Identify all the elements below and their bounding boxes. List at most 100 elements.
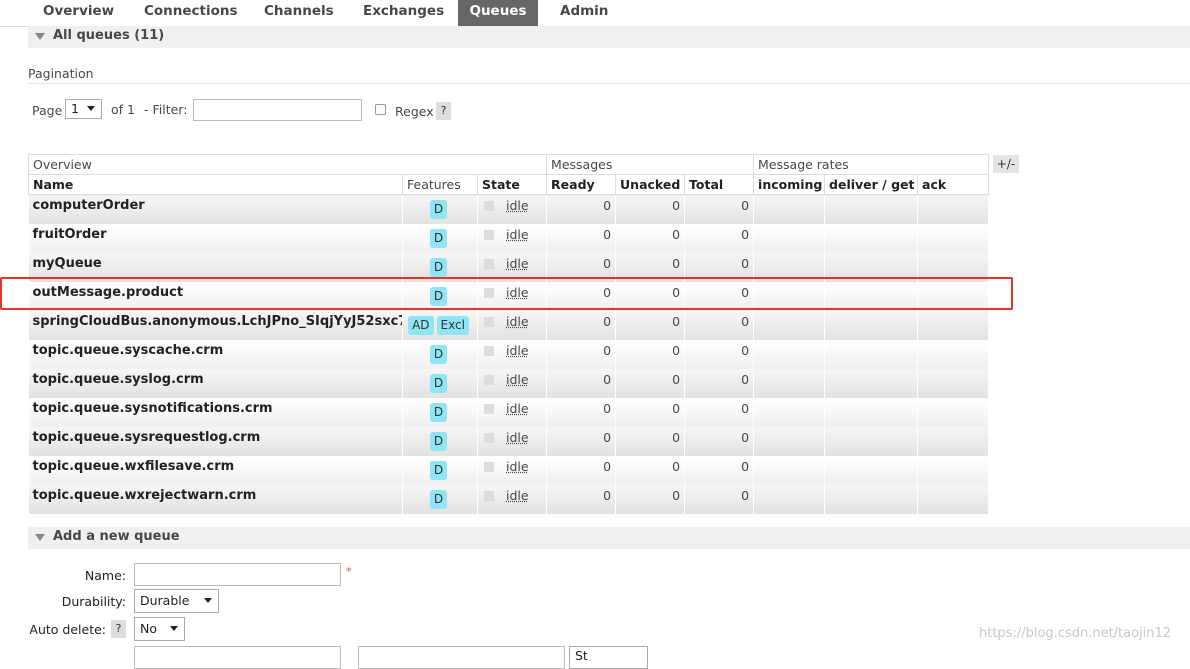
queue-name-link[interactable]: topic.queue.wxrejectwarn.crm <box>28 484 403 514</box>
unacked-cell: 0 <box>615 397 686 427</box>
queue-name-link[interactable]: fruitOrder <box>28 223 403 253</box>
tab-connections[interactable]: Connections <box>144 0 238 26</box>
col-incoming[interactable]: incoming <box>753 174 826 195</box>
add-queue-header[interactable]: Add a new queue <box>28 527 1190 549</box>
ready-cell: 0 <box>546 397 617 427</box>
queue-name-input[interactable] <box>134 563 341 586</box>
incoming-cell <box>753 194 826 224</box>
features-cell: D <box>402 426 478 456</box>
argument-value-input[interactable] <box>358 646 565 669</box>
queue-name-link[interactable]: springCloudBus.anonymous.LchJPno_SIqjYyJ… <box>28 310 403 340</box>
table-row[interactable]: topic.queue.wxfilesave.crm Didle 0 0 0 <box>28 455 990 485</box>
incoming-cell <box>753 339 826 369</box>
argument-key-input[interactable] <box>134 646 341 669</box>
top-nav: Overview Connections Channels Exchanges … <box>0 0 1190 27</box>
tab-overview[interactable]: Overview <box>43 0 114 26</box>
table-row[interactable]: fruitOrder Didle 0 0 0 <box>28 223 990 253</box>
queue-name-link[interactable]: computerOrder <box>28 194 403 224</box>
auto-delete-select-value: No <box>140 621 157 636</box>
state-cell: idle <box>477 368 548 398</box>
features-cell: D <box>402 223 478 253</box>
table-row[interactable]: topic.queue.syscache.crm Didle 0 0 0 <box>28 339 990 369</box>
table-row[interactable]: springCloudBus.anonymous.LchJPno_SIqjYyJ… <box>28 310 990 340</box>
total-cell: 0 <box>684 339 755 369</box>
unacked-cell: 0 <box>615 426 686 456</box>
add-queue-title: Add a new queue <box>53 529 180 544</box>
incoming-cell <box>753 281 826 311</box>
regex-help-button[interactable]: ? <box>436 102 451 120</box>
queue-name-link[interactable]: topic.queue.sysrequestlog.crm <box>28 426 403 456</box>
pagination-divider <box>28 83 1190 84</box>
queue-name-link[interactable]: topic.queue.wxfilesave.crm <box>28 455 403 485</box>
table-row[interactable]: outMessage.product Didle 0 0 0 <box>28 281 990 311</box>
auto-delete-select[interactable]: No <box>134 617 185 641</box>
col-total[interactable]: Total <box>684 174 755 195</box>
ready-cell: 0 <box>546 339 617 369</box>
table-row[interactable]: computerOrder Didle 0 0 0 <box>28 194 990 224</box>
state-cell: idle <box>477 397 548 427</box>
incoming-cell <box>753 484 826 514</box>
tab-queues[interactable]: Queues <box>458 0 538 26</box>
queue-name-link[interactable]: topic.queue.sysnotifications.crm <box>28 397 403 427</box>
ready-cell: 0 <box>546 455 617 485</box>
table-row[interactable]: topic.queue.wxrejectwarn.crm Didle 0 0 0 <box>28 484 990 514</box>
incoming-cell <box>753 223 826 253</box>
unacked-cell: 0 <box>615 484 686 514</box>
feature-badge: D <box>429 344 448 364</box>
deliver-get-cell <box>824 252 919 282</box>
regex-label: Regex <box>395 104 434 119</box>
page-select-value: 1 <box>71 101 79 116</box>
ack-cell <box>917 252 990 282</box>
queue-name-link[interactable]: myQueue <box>28 252 403 282</box>
col-deliver-get[interactable]: deliver / get <box>824 174 919 195</box>
durability-select[interactable]: Durable <box>134 589 219 613</box>
col-unacked[interactable]: Unacked <box>615 174 686 195</box>
total-cell: 0 <box>684 281 755 311</box>
state-label: idle <box>506 487 529 503</box>
features-cell: D <box>402 397 478 427</box>
collapse-triangle-icon <box>35 534 45 541</box>
state-indicator-icon <box>484 461 494 472</box>
features-cell: D <box>402 194 478 224</box>
table-row[interactable]: topic.queue.sysrequestlog.crm Didle 0 0 0 <box>28 426 990 456</box>
col-ack[interactable]: ack <box>917 174 990 195</box>
ack-cell <box>917 368 990 398</box>
col-state[interactable]: State <box>476 174 548 195</box>
features-cell: D <box>402 252 478 282</box>
total-cell: 0 <box>684 484 755 514</box>
queue-name-link[interactable]: outMessage.product <box>28 281 403 311</box>
tab-admin[interactable]: Admin <box>560 0 610 26</box>
table-row[interactable]: myQueue Didle 0 0 0 <box>28 252 990 282</box>
ready-cell: 0 <box>546 368 617 398</box>
all-queues-header[interactable]: All queues (11) <box>28 26 1190 48</box>
table-row[interactable]: topic.queue.syslog.crm Didle 0 0 0 <box>28 368 990 398</box>
state-cell: idle <box>477 455 548 485</box>
queue-name-link[interactable]: topic.queue.syslog.crm <box>28 368 403 398</box>
tab-exchanges[interactable]: Exchanges <box>363 0 444 26</box>
feature-badge: Excl <box>436 315 469 335</box>
feature-badge: D <box>429 228 448 248</box>
filter-input[interactable] <box>193 99 362 121</box>
col-ready[interactable]: Ready <box>546 174 617 195</box>
feature-badge: D <box>429 373 448 393</box>
deliver-get-cell <box>824 484 919 514</box>
argument-type-select[interactable]: St <box>569 646 648 669</box>
ready-cell: 0 <box>546 223 617 253</box>
feature-badge: D <box>429 489 448 509</box>
all-queues-title: All queues (11) <box>53 28 165 43</box>
total-cell: 0 <box>684 368 755 398</box>
column-toggle-button[interactable]: +/- <box>993 155 1019 173</box>
ack-cell <box>917 484 990 514</box>
state-label: idle <box>506 458 529 474</box>
queue-name-link[interactable]: topic.queue.syscache.crm <box>28 339 403 369</box>
features-cell: D <box>402 484 478 514</box>
table-row[interactable]: topic.queue.sysnotifications.crm Didle 0 0 0 <box>28 397 990 427</box>
page-select[interactable]: 1 <box>65 99 102 119</box>
auto-delete-help-button[interactable]: ? <box>111 620 126 638</box>
state-indicator-icon <box>484 316 494 327</box>
regex-checkbox[interactable] <box>375 104 386 115</box>
col-name[interactable]: Name <box>28 174 403 195</box>
tab-channels[interactable]: Channels <box>264 0 334 26</box>
deliver-get-cell <box>824 339 919 369</box>
total-cell: 0 <box>684 397 755 427</box>
